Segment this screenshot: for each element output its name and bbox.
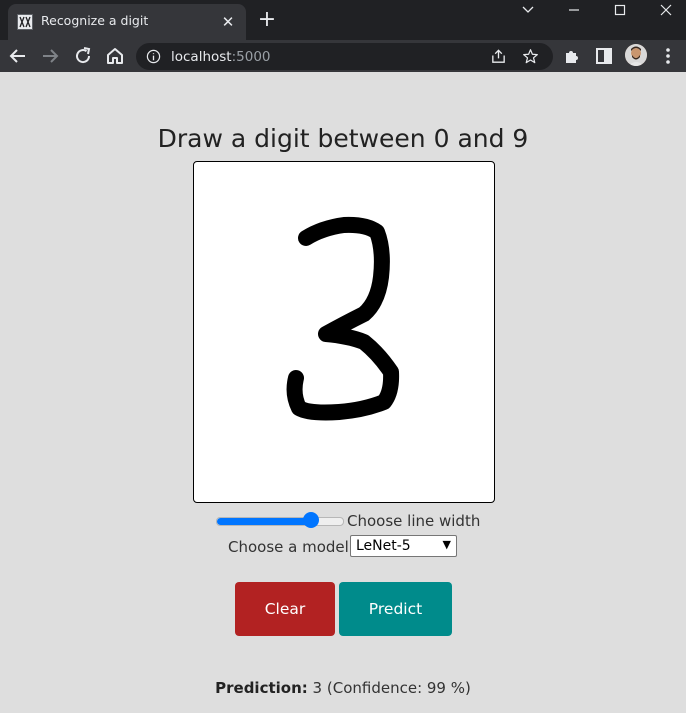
forward-icon[interactable] — [38, 44, 62, 68]
line-width-slider-fill — [217, 518, 312, 525]
model-select[interactable]: LeNet-5 ▼ — [350, 535, 457, 557]
browser-tab[interactable]: Recognize a digit ✕ — [8, 4, 246, 40]
model-select-value: LeNet-5 — [356, 538, 411, 554]
line-width-slider[interactable] — [216, 517, 344, 526]
url-host: localhost — [171, 49, 232, 65]
tab-title: Recognize a digit — [41, 13, 149, 28]
prediction-digit: 3 — [312, 679, 323, 697]
home-icon[interactable] — [103, 44, 127, 68]
url-port: :5000 — [231, 49, 271, 65]
reload-icon[interactable] — [71, 44, 95, 68]
maximize-icon[interactable] — [597, 0, 643, 22]
profile-avatar[interactable] — [625, 44, 647, 66]
new-tab-icon[interactable]: + — [255, 8, 279, 32]
prediction-result: Prediction: 3 (Confidence: 99 %) — [0, 679, 686, 697]
model-label: Choose a model: — [228, 538, 354, 556]
menu-icon[interactable] — [656, 44, 680, 68]
back-icon[interactable] — [6, 44, 30, 68]
side-panel-icon[interactable] — [592, 44, 616, 68]
drawn-digit-stroke — [286, 216, 400, 421]
url-text[interactable]: localhost:5000 — [171, 49, 271, 65]
page-title: Draw a digit between 0 and 9 — [157, 124, 529, 153]
drawing-canvas[interactable] — [193, 161, 495, 503]
line-width-label: Choose line width — [347, 512, 481, 530]
tab-favicon-icon — [17, 14, 33, 30]
tab-close-icon[interactable]: ✕ — [219, 13, 237, 31]
bookmark-star-icon[interactable] — [522, 48, 539, 65]
line-width-slider-thumb[interactable] — [303, 512, 319, 528]
address-bar[interactable]: localhost:5000 — [136, 43, 553, 70]
prediction-label: Prediction: — [215, 679, 308, 697]
share-icon[interactable] — [490, 48, 507, 65]
chevron-down-icon: ▼ — [442, 538, 451, 551]
browser-toolbar: localhost:5000 — [0, 40, 686, 72]
predict-button[interactable]: Predict — [339, 582, 452, 636]
info-icon[interactable] — [146, 49, 161, 64]
clear-button[interactable]: Clear — [235, 582, 335, 636]
prediction-confidence: (Confidence: 99 %) — [326, 679, 471, 697]
close-window-icon[interactable] — [643, 0, 686, 22]
tab-search-icon[interactable] — [505, 0, 551, 22]
minimize-icon[interactable] — [551, 0, 597, 22]
extensions-icon[interactable] — [560, 44, 584, 68]
tab-strip: Recognize a digit ✕ + — [0, 0, 686, 40]
